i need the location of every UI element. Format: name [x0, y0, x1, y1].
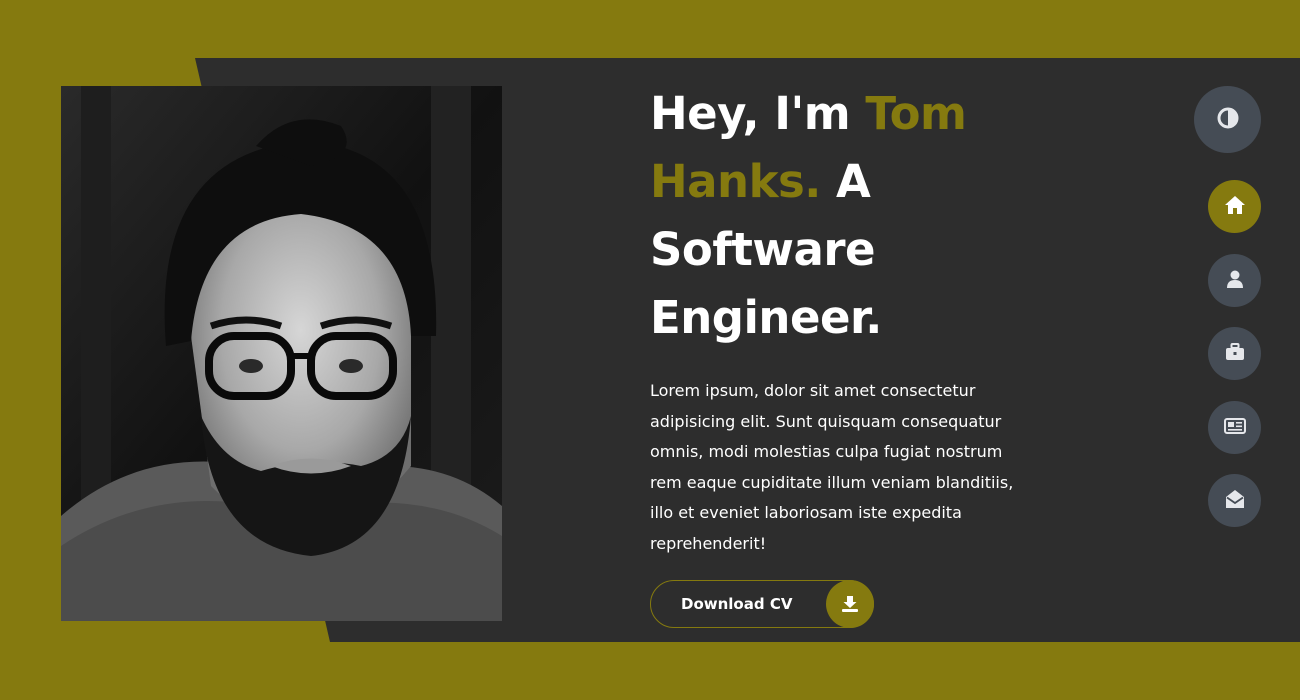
user-icon [1226, 269, 1244, 293]
nav-home-button[interactable] [1208, 180, 1261, 233]
hero-bio: Lorem ipsum, dolor sit amet consectetur … [650, 381, 1014, 553]
newspaper-icon [1223, 417, 1246, 438]
download-cv-label: Download CV [681, 595, 793, 613]
nav-portfolio-button[interactable] [1208, 327, 1261, 380]
home-icon [1224, 195, 1246, 219]
page: Hey, I'm Tom Hanks. A Software Engineer.… [0, 0, 1300, 700]
nav-blog-button[interactable] [1208, 401, 1261, 454]
profile-photo [61, 86, 502, 621]
hero-headline: Hey, I'm Tom Hanks. A Software Engineer. [650, 80, 1050, 352]
theme-toggle-button[interactable] [1194, 86, 1261, 153]
contrast-icon [1217, 107, 1239, 133]
greeting-text: Hey, I'm [650, 87, 866, 140]
download-cv-button[interactable]: Download CV [650, 580, 874, 628]
nav-about-button[interactable] [1208, 254, 1261, 307]
hero-content: Hey, I'm Tom Hanks. A Software Engineer. [650, 80, 1050, 352]
download-icon [826, 580, 874, 628]
nav-contact-button[interactable] [1208, 474, 1261, 527]
briefcase-icon [1225, 342, 1245, 365]
envelope-open-icon [1225, 489, 1245, 513]
